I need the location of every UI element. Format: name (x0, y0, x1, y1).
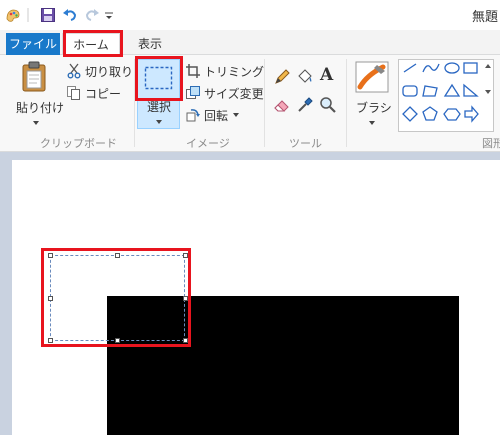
copy-icon (67, 86, 80, 100)
color-picker-icon[interactable] (296, 96, 314, 114)
rotate-dropdown-icon[interactable] (233, 113, 240, 117)
select-button[interactable]: 選択 (137, 59, 180, 129)
tab-home[interactable]: ホーム (62, 33, 120, 55)
triangle-shape-icon (443, 83, 461, 97)
arrow-shape-icon (464, 105, 479, 123)
selection-handle[interactable] (48, 338, 53, 343)
undo-icon[interactable] (62, 7, 78, 23)
cut-button[interactable]: 切り取り (66, 61, 133, 81)
magnifier-icon[interactable] (319, 96, 337, 114)
rotate-icon (186, 109, 200, 122)
selection-handle[interactable] (115, 253, 120, 258)
rotate-button[interactable]: 回転 (185, 105, 240, 125)
shapes-scroll-down-icon[interactable] (485, 90, 491, 94)
image-group-label: イメージ (186, 137, 230, 150)
redo-icon[interactable] (84, 7, 100, 23)
tab-view[interactable]: 表示 (126, 33, 174, 55)
selection-handle[interactable] (183, 338, 188, 343)
selection-handle[interactable] (115, 338, 120, 343)
paste-label: 貼り付け (16, 101, 65, 115)
paste-dropdown-icon[interactable] (33, 121, 39, 125)
pencil-icon[interactable] (273, 68, 291, 86)
selection-handle[interactable] (48, 296, 53, 301)
rect-select-icon (144, 66, 173, 90)
shapes-group-label: 図形 (482, 137, 500, 150)
crop-button[interactable]: トリミング (185, 61, 264, 81)
tools-group-label: ツール (289, 137, 322, 150)
window-title: 無題 (472, 10, 499, 25)
rounded-rect-shape-icon (402, 85, 418, 97)
group-separator (134, 59, 135, 147)
clipboard-group-label: クリップボード (40, 137, 117, 150)
group-separator (264, 59, 265, 147)
resize-label: サイズ変更 (204, 86, 264, 101)
diamond-shape-icon (402, 106, 418, 122)
brushes-label: ブラシ (356, 101, 392, 115)
select-label: 選択 (147, 100, 172, 114)
ribbon-tab-row: ファイル ホーム 表示 (0, 30, 500, 55)
brush-icon (355, 61, 389, 93)
customize-qat-icon[interactable] (104, 7, 114, 23)
rectangle-shape-icon (463, 62, 478, 74)
select-dropdown-icon[interactable] (156, 120, 162, 124)
crop-icon (186, 64, 200, 78)
title-bar: 無題 (0, 0, 500, 30)
ribbon: 貼り付け 切り取り コピー クリップボード 選択 トリミング サイズ変更 回転 … (0, 55, 500, 152)
resize-icon (186, 86, 200, 99)
scissors-icon (67, 63, 81, 79)
selection-handle[interactable] (48, 253, 53, 258)
right-triangle-shape-icon (463, 83, 479, 97)
shapes-scroll-up-icon[interactable] (485, 64, 491, 68)
shape-icons (402, 62, 479, 123)
polygon-shape-icon (422, 85, 438, 97)
selection-rectangle[interactable] (50, 255, 185, 341)
text-tool-icon[interactable]: A (320, 65, 333, 85)
eraser-icon[interactable] (273, 96, 291, 114)
save-icon[interactable] (40, 7, 56, 23)
resize-button[interactable]: サイズ変更 (185, 83, 264, 103)
crop-label: トリミング (204, 64, 265, 79)
brushes-dropdown-icon[interactable] (369, 121, 375, 125)
oval-shape-icon (444, 62, 460, 74)
copy-label: コピー (85, 86, 122, 101)
brushes-button[interactable]: ブラシ (350, 59, 394, 131)
selection-handle[interactable] (183, 296, 188, 301)
selection-handle[interactable] (183, 253, 188, 258)
line-shape-icon (403, 63, 417, 73)
tab-file[interactable]: ファイル (6, 33, 60, 55)
separator-icon (27, 8, 29, 22)
copy-button[interactable]: コピー (66, 83, 121, 103)
group-separator (346, 59, 347, 147)
cut-label: 切り取り (85, 64, 134, 79)
paste-icon (22, 61, 46, 92)
shapes-gallery (398, 59, 494, 132)
paste-button[interactable]: 貼り付け (10, 59, 64, 131)
fill-icon[interactable] (296, 68, 314, 86)
paint-app-icon[interactable] (5, 7, 21, 23)
curve-shape-icon (422, 63, 440, 73)
rotate-label: 回転 (204, 108, 229, 123)
pentagon-shape-icon (422, 106, 438, 121)
hexagon-shape-icon (443, 108, 461, 121)
